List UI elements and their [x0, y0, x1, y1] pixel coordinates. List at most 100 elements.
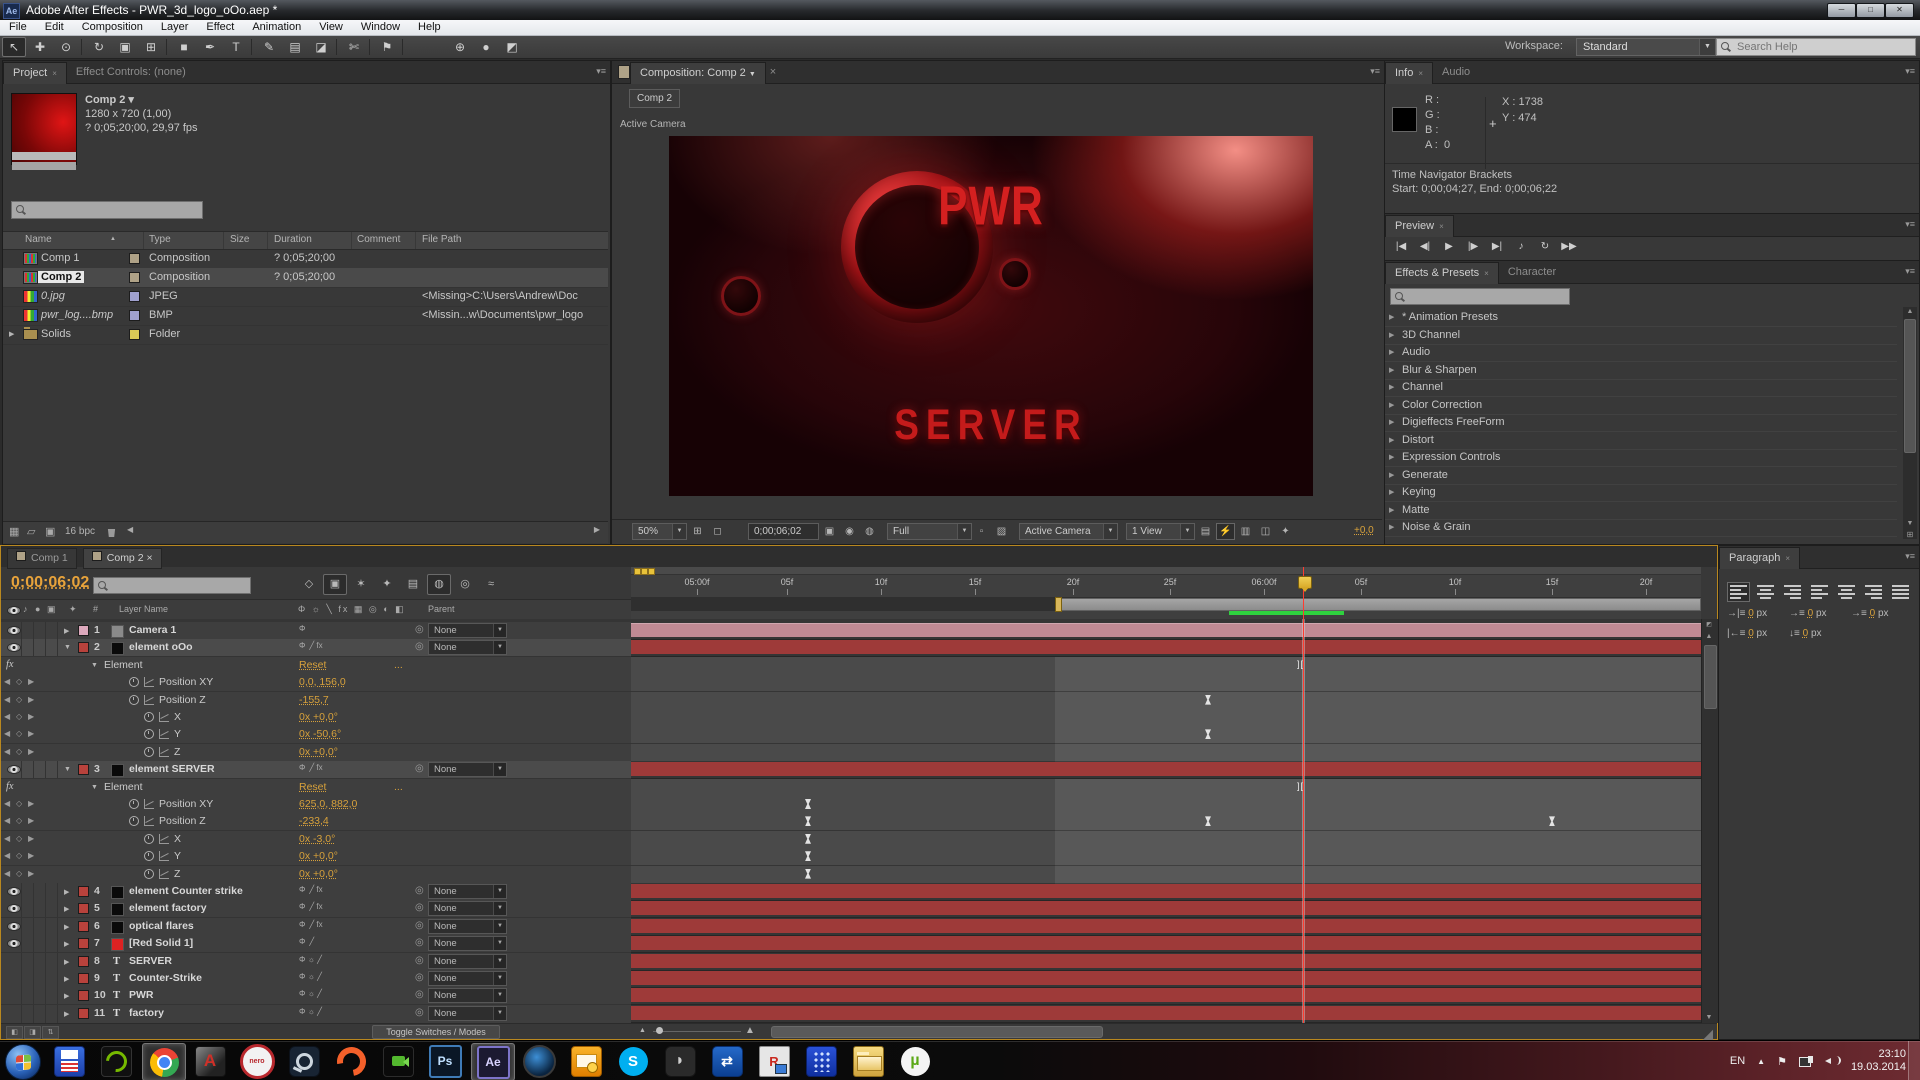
- layer-duration-bar[interactable]: [631, 954, 1701, 968]
- graph-icon[interactable]: [144, 799, 154, 809]
- eye-icon[interactable]: [7, 922, 21, 931]
- layer-duration-bar[interactable]: [631, 988, 1701, 1002]
- expand-icon[interactable]: ▶: [1389, 523, 1394, 531]
- parent-dropdown[interactable]: None▼: [428, 971, 507, 986]
- label-color-chip[interactable]: [78, 973, 89, 984]
- graph-icon[interactable]: [144, 677, 154, 687]
- track-row[interactable]: [631, 813, 1701, 831]
- keyframe-icon[interactable]: [1549, 816, 1555, 826]
- menu-layer[interactable]: Layer: [152, 20, 198, 35]
- eye-icon[interactable]: [7, 904, 21, 913]
- keyframe-nav-icon[interactable]: ◀: [4, 869, 10, 878]
- effect-group-row[interactable]: fx▼ElementReset...: [1, 657, 631, 675]
- track-row[interactable]: [631, 796, 1701, 814]
- start-button[interactable]: [5, 1044, 41, 1080]
- keyframe-nav-icon[interactable]: ◀: [4, 677, 10, 686]
- pickwhip-icon[interactable]: ◎: [415, 641, 424, 652]
- expand-icon[interactable]: ▶: [64, 940, 69, 948]
- keyframe-nav-icon[interactable]: ◀: [4, 834, 10, 843]
- last-frame-button[interactable]: ▶|: [1485, 239, 1509, 255]
- play-button[interactable]: ▶: [1437, 239, 1461, 255]
- property-value[interactable]: 0x +0,0°: [299, 850, 338, 862]
- effects-category[interactable]: ▶Channel: [1385, 379, 1897, 397]
- volume-icon[interactable]: [1825, 1055, 1839, 1067]
- view-layout-dropdown[interactable]: 1 View▼: [1126, 523, 1195, 540]
- panel-menu-icon[interactable]: ▾≡: [1370, 66, 1380, 77]
- search-help-input[interactable]: [1735, 39, 1914, 55]
- track-row[interactable]: [631, 900, 1701, 918]
- label-color-chip[interactable]: [129, 310, 140, 321]
- dialpad[interactable]: [800, 1043, 842, 1079]
- tab-effect-controls-none-[interactable]: Effect Controls: (none): [67, 62, 195, 83]
- stopwatch-icon[interactable]: [129, 677, 139, 687]
- parent-dropdown[interactable]: None▼: [428, 640, 507, 655]
- stopwatch-icon[interactable]: [129, 799, 139, 809]
- reset-exposure-icon[interactable]: ✦: [1276, 523, 1295, 540]
- timeline-tab-comp-1[interactable]: Comp 1: [7, 548, 77, 569]
- layer-row[interactable]: ▼2element oOoΦ ╱ fx◎None▼: [1, 639, 631, 657]
- label-color-chip[interactable]: [78, 956, 89, 967]
- property-row[interactable]: ◀◇▶Y0x +0,0°: [1, 848, 631, 866]
- keyframe-diamond[interactable]: ◇: [16, 695, 22, 704]
- origin[interactable]: [330, 1043, 372, 1079]
- keyframe-nav-icon[interactable]: ▶: [28, 712, 34, 721]
- column-type[interactable]: Type: [149, 234, 171, 245]
- track-row[interactable]: [631, 622, 1701, 640]
- layer-duration-bar[interactable]: [631, 884, 1701, 898]
- track-row[interactable]: [631, 953, 1701, 971]
- column-duration[interactable]: Duration: [274, 234, 312, 245]
- expand-icon[interactable]: ▶: [64, 627, 69, 635]
- track-row[interactable]: [631, 639, 1701, 657]
- expand-icon[interactable]: ▶: [64, 1010, 69, 1018]
- expand-icon[interactable]: ▶: [1389, 436, 1394, 444]
- align-left-button[interactable]: [1727, 582, 1750, 602]
- expand-icon[interactable]: ▼: [64, 644, 71, 651]
- layer-row[interactable]: ▶7[Red Solid 1]Φ ╱◎None▼: [1, 935, 631, 953]
- expand-icon[interactable]: ▶: [1389, 506, 1394, 514]
- motion-blur-icon[interactable]: ✶: [349, 574, 373, 595]
- menu-window[interactable]: Window: [352, 20, 409, 35]
- effects-category[interactable]: ▶3D Channel: [1385, 327, 1897, 345]
- graph-icon[interactable]: [159, 851, 169, 861]
- autocad[interactable]: A: [189, 1043, 231, 1079]
- graph-icon[interactable]: [159, 712, 169, 722]
- track-row[interactable]: [631, 987, 1701, 1005]
- pickwhip-icon[interactable]: ◎: [415, 1007, 424, 1018]
- expand-icon[interactable]: ▶: [1389, 488, 1394, 496]
- comp-marker[interactable]: [641, 568, 648, 575]
- label-color-chip[interactable]: [78, 642, 89, 653]
- scroll-down-icon[interactable]: ▼: [1703, 1014, 1715, 1021]
- keyframe-icon[interactable]: [805, 851, 811, 861]
- layer-row[interactable]: ▶1Camera 1Φ◎None▼: [1, 622, 631, 640]
- effect-group-row[interactable]: fx▼ElementReset...: [1, 779, 631, 797]
- expand-transfer-icon[interactable]: ◨: [24, 1026, 41, 1039]
- keyframe-icon[interactable]: [1205, 816, 1211, 826]
- photoshop[interactable]: Ps: [424, 1043, 466, 1079]
- tab-preview[interactable]: Preview×: [1385, 215, 1454, 237]
- property-row[interactable]: ◀◇▶Y0x -50,6°: [1, 726, 631, 744]
- camera-icon[interactable]: ◎: [453, 574, 477, 595]
- pickwhip-icon[interactable]: ◎: [415, 955, 424, 966]
- property-row[interactable]: ◀◇▶X0x +0,0°: [1, 709, 631, 727]
- tab-effects-presets[interactable]: Effects & Presets×: [1385, 262, 1499, 284]
- graph-icon[interactable]: [159, 869, 169, 879]
- project-item[interactable]: Comp 2Composition? 0;05;20;00: [3, 268, 608, 288]
- timeline-search[interactable]: [93, 577, 251, 594]
- language-indicator[interactable]: EN: [1730, 1055, 1745, 1067]
- after-effects[interactable]: Ae: [471, 1043, 515, 1080]
- justify-all-button[interactable]: [1889, 582, 1912, 602]
- label-color-chip[interactable]: [129, 272, 140, 283]
- pickwhip-icon[interactable]: ◎: [415, 989, 424, 1000]
- property-value[interactable]: 0x +0,0°: [299, 711, 338, 723]
- effects-category[interactable]: ▶Noise & Grain: [1385, 519, 1897, 537]
- layer-switches[interactable]: Φ ☼ ╱: [299, 955, 322, 964]
- panel-menu-icon[interactable]: ▾≡: [1905, 219, 1915, 230]
- layer-duration-bar[interactable]: [631, 936, 1701, 950]
- magnification-dropdown[interactable]: 50%▼: [632, 523, 687, 540]
- stopwatch-icon[interactable]: [144, 834, 154, 844]
- project-item[interactable]: pwr_log....bmpBMP<Missin...w\Documents\p…: [3, 306, 608, 326]
- timeline-timecode[interactable]: 0;00;06;02: [11, 574, 89, 592]
- label-color-chip[interactable]: [78, 1008, 89, 1019]
- stopwatch-icon[interactable]: [144, 869, 154, 879]
- eye-icon[interactable]: [7, 643, 21, 652]
